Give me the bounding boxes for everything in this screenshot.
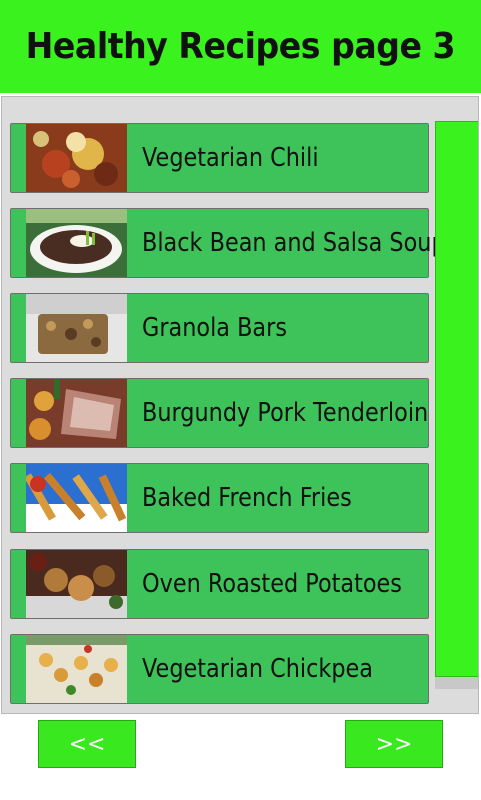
chili-photo xyxy=(26,124,127,192)
recipe-item-black-bean-soup[interactable]: Black Bean and Salsa Soup xyxy=(10,208,446,278)
recipe-item-baked-fries[interactable]: Baked French Fries xyxy=(10,463,429,533)
soup-photo xyxy=(26,209,127,277)
pork-photo xyxy=(26,379,127,447)
recipe-item-burgundy-pork[interactable]: Burgundy Pork Tenderloin xyxy=(10,378,429,448)
recipe-label: Oven Roasted Potatoes xyxy=(142,569,402,599)
next-page-button[interactable]: >> xyxy=(345,720,443,768)
recipe-label: Baked French Fries xyxy=(142,483,352,513)
recipe-label: Vegetarian Chickpea xyxy=(142,654,374,684)
fries-photo xyxy=(26,464,127,532)
recipe-label: Granola Bars xyxy=(142,313,287,343)
recipe-item-vegetarian-chili[interactable]: Vegetarian Chili xyxy=(10,123,429,193)
scrollbar-thumb[interactable] xyxy=(435,121,478,677)
recipe-item-vegetarian-chickpea[interactable]: Vegetarian Chickpea xyxy=(10,634,429,704)
page-title: Healthy Recipes page 3 xyxy=(25,26,456,67)
granola-photo xyxy=(26,294,127,362)
recipe-label: Vegetarian Chili xyxy=(142,143,319,173)
recipe-label: Black Bean and Salsa Soup xyxy=(142,228,446,258)
recipe-list-panel: Vegetarian Chili Black Bean and Salsa So… xyxy=(1,96,479,714)
recipe-item-granola-bars[interactable]: Granola Bars xyxy=(10,293,429,363)
recipe-item-oven-potatoes[interactable]: Oven Roasted Potatoes xyxy=(10,549,429,619)
potatoes-photo xyxy=(26,550,127,618)
recipe-list[interactable]: Vegetarian Chili Black Bean and Salsa So… xyxy=(2,97,478,713)
recipe-label: Burgundy Pork Tenderloin xyxy=(142,398,429,428)
app-header: Healthy Recipes page 3 xyxy=(0,0,481,93)
chickpea-photo xyxy=(26,635,127,703)
previous-page-button[interactable]: << xyxy=(38,720,136,768)
